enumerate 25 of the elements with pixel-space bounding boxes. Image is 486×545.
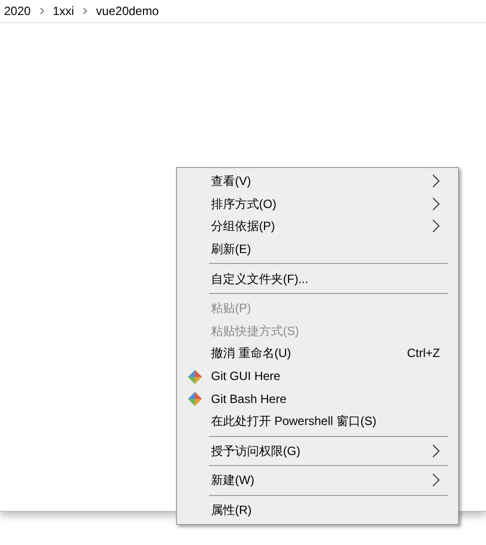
menu-item[interactable]: Git Bash Here	[179, 387, 456, 410]
menu-item[interactable]: 撤消 重命名(U) Ctrl+Z	[179, 342, 456, 365]
menu-item[interactable]: 授予访问权限(G)	[179, 440, 456, 462]
shortcut-text: Ctrl+Z	[407, 345, 440, 362]
breadcrumb-item[interactable]: 2020	[4, 2, 31, 20]
breadcrumb-item[interactable]: 1xxi	[52, 2, 74, 20]
menu-item[interactable]: 排序方式(O)	[179, 192, 456, 216]
menu-item[interactable]: 分组依据(P)	[179, 215, 456, 238]
menu-item[interactable]: 在此处打开 Powershell 窗口(S)	[179, 410, 456, 433]
diamond-icon	[187, 391, 203, 408]
menu-item[interactable]: 查看(V)	[179, 170, 456, 193]
breadcrumb-item[interactable]: vue20demo	[96, 2, 159, 20]
chevron-icon	[38, 7, 45, 15]
chevron-icon	[432, 196, 440, 211]
chevron-icon	[432, 473, 440, 488]
chevron-icon	[432, 174, 440, 188]
menu-item[interactable]: 刷新(E)	[179, 238, 456, 260]
menu-item[interactable]: Git GUI Here	[179, 364, 456, 388]
chevron-icon	[82, 7, 88, 15]
chevron-icon	[432, 219, 440, 234]
menu-item[interactable]: 属性(R)	[179, 498, 456, 522]
diamond-icon	[187, 368, 203, 385]
menu-item[interactable]: 自定义文件夹(F)...	[179, 267, 456, 290]
chevron-icon	[432, 444, 440, 458]
menu-item[interactable]: 新建(W)	[179, 469, 456, 492]
